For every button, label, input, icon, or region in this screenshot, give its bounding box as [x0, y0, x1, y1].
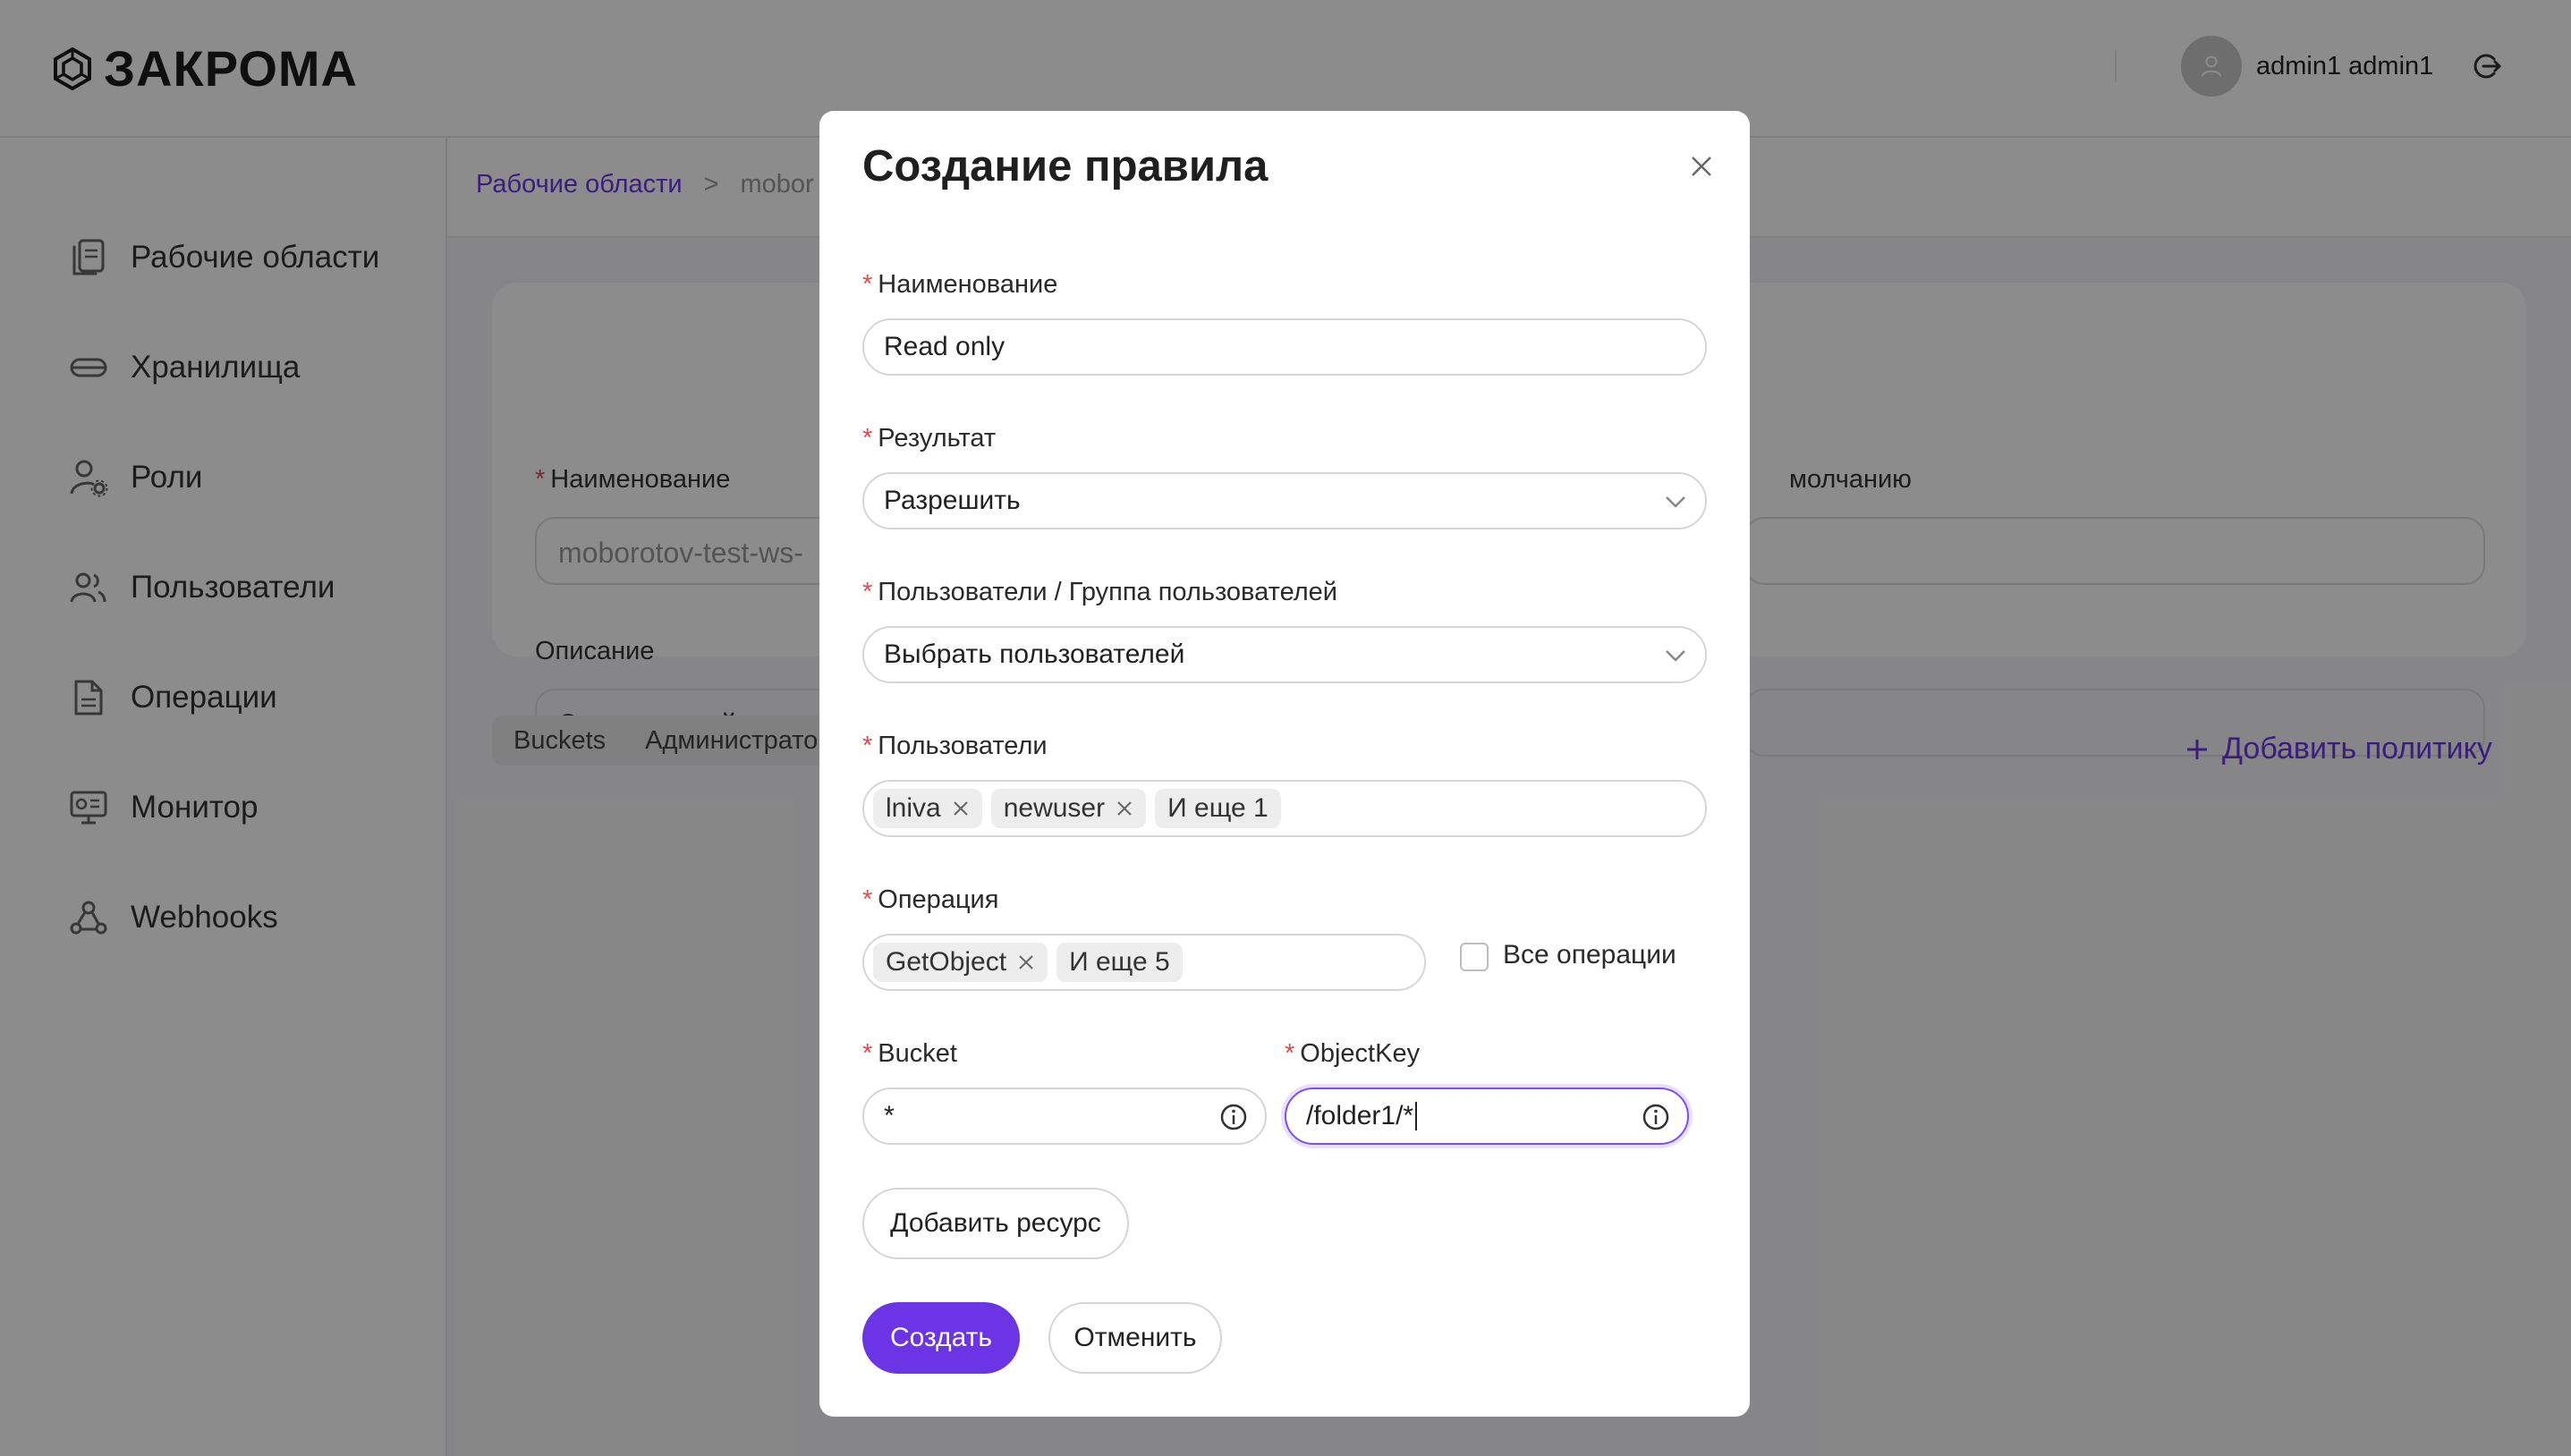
- user-tag: newuser: [990, 789, 1147, 828]
- users-label: * Пользователи: [862, 732, 1048, 760]
- required-mark: *: [862, 732, 873, 760]
- info-icon[interactable]: [1641, 1102, 1671, 1132]
- create-rule-modal: Создание правила * Наименование Read only…: [819, 111, 1750, 1417]
- bucket-label: * Bucket: [862, 1039, 957, 1068]
- required-mark: *: [862, 1039, 873, 1068]
- user-tag: lniva: [873, 789, 982, 828]
- result-select[interactable]: Разрешить: [862, 472, 1707, 529]
- users-group-select[interactable]: Выбрать пользователей: [862, 626, 1707, 683]
- modal-title: Создание правила: [862, 142, 1269, 190]
- add-resource-button[interactable]: Добавить ресурс: [862, 1188, 1129, 1259]
- chevron-down-icon: [1664, 644, 1687, 667]
- operation-label: * Операция: [862, 885, 999, 914]
- remove-tag-icon[interactable]: [1017, 953, 1035, 971]
- rule-name-label: * Наименование: [862, 270, 1058, 299]
- users-more-tag: И еще 1: [1155, 789, 1281, 828]
- chevron-down-icon: [1664, 490, 1687, 513]
- close-icon[interactable]: [1684, 148, 1719, 184]
- operation-tag: GetObject: [873, 943, 1048, 982]
- all-operations-checkbox[interactable]: [1460, 943, 1489, 971]
- all-operations-label[interactable]: Все операции: [1503, 937, 1676, 973]
- operation-more-tag: И еще 5: [1056, 943, 1183, 982]
- remove-tag-icon[interactable]: [1116, 800, 1133, 817]
- users-group-label: * Пользователи / Группа пользователей: [862, 578, 1337, 606]
- create-button[interactable]: Создать: [862, 1302, 1020, 1374]
- operation-multiselect[interactable]: GetObject И еще 5: [862, 934, 1426, 991]
- rule-name-input[interactable]: Read only: [862, 318, 1707, 376]
- result-label: * Результат: [862, 424, 997, 453]
- cancel-button[interactable]: Отменить: [1048, 1302, 1222, 1374]
- required-mark: *: [862, 270, 873, 299]
- objectkey-label: * ObjectKey: [1285, 1039, 1421, 1068]
- objectkey-input[interactable]: /folder1/*: [1285, 1088, 1689, 1145]
- users-multiselect[interactable]: lniva newuser И еще 1: [862, 780, 1707, 837]
- text-caret: [1415, 1102, 1418, 1130]
- required-mark: *: [862, 885, 873, 914]
- bucket-input[interactable]: *: [862, 1088, 1267, 1145]
- info-icon[interactable]: [1218, 1102, 1249, 1132]
- required-mark: *: [1285, 1039, 1295, 1068]
- remove-tag-icon[interactable]: [952, 800, 970, 817]
- required-mark: *: [862, 424, 873, 453]
- required-mark: *: [862, 578, 873, 606]
